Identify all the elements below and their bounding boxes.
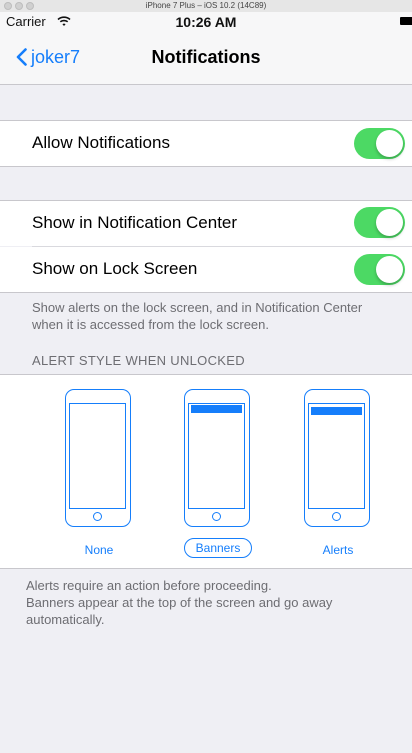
- show-on-lock-screen-row: Show on Lock Screen: [0, 247, 412, 292]
- phone-screen: [188, 403, 245, 509]
- status-bar: Carrier 10:26 AM: [0, 12, 412, 32]
- divider: [0, 166, 412, 167]
- show-on-lock-screen-toggle[interactable]: [354, 254, 405, 285]
- status-time: 10:26 AM: [175, 14, 237, 30]
- alert-style-banners-label: Banners: [184, 538, 252, 558]
- allow-notifications-label: Allow Notifications: [32, 133, 170, 152]
- alert-style-footer: Alerts require an action before proceedi…: [26, 578, 333, 627]
- lock-screen-footer: Show alerts on the lock screen, and in N…: [32, 300, 363, 332]
- toggle-knob: [376, 209, 403, 236]
- phone-none-icon: [65, 389, 131, 527]
- page-title: Notifications: [151, 47, 261, 67]
- toggle-knob: [376, 130, 403, 157]
- phone-alert-bar: [311, 407, 362, 415]
- divider: [0, 292, 412, 293]
- phone-screen: [69, 403, 126, 509]
- toggle-knob: [376, 256, 403, 283]
- allow-notifications-row: Allow Notifications: [0, 121, 412, 166]
- phone-home-button: [212, 512, 221, 521]
- phone-banner-icon: [184, 389, 250, 527]
- show-on-lock-screen-label: Show on Lock Screen: [32, 259, 198, 278]
- phone-screen: [308, 403, 365, 509]
- alert-style-header: ALERT STYLE WHEN UNLOCKED: [32, 353, 245, 368]
- alert-style-banners[interactable]: Banners: [168, 389, 268, 559]
- alert-style-alerts-label: Alerts: [322, 543, 354, 557]
- battery-icon: [400, 17, 412, 25]
- phone-alert-icon: [304, 389, 370, 527]
- phone-home-button: [93, 512, 102, 521]
- alert-style-panel: None Banners Alerts: [0, 374, 412, 569]
- show-in-notification-center-row: Show in Notification Center: [0, 201, 412, 246]
- alert-style-alerts[interactable]: Alerts: [288, 389, 388, 559]
- show-in-notification-center-label: Show in Notification Center: [32, 213, 238, 232]
- phone-banner-bar: [191, 405, 242, 413]
- alert-style-none-label: None: [84, 543, 114, 557]
- alert-style-none[interactable]: None: [49, 389, 149, 559]
- show-in-notification-center-toggle[interactable]: [354, 207, 405, 238]
- simulator-title: iPhone 7 Plus – iOS 10.2 (14C89): [145, 1, 267, 10]
- phone-home-button: [332, 512, 341, 521]
- navigation-bar: joker7 Notifications: [0, 32, 412, 85]
- allow-notifications-toggle[interactable]: [354, 128, 405, 159]
